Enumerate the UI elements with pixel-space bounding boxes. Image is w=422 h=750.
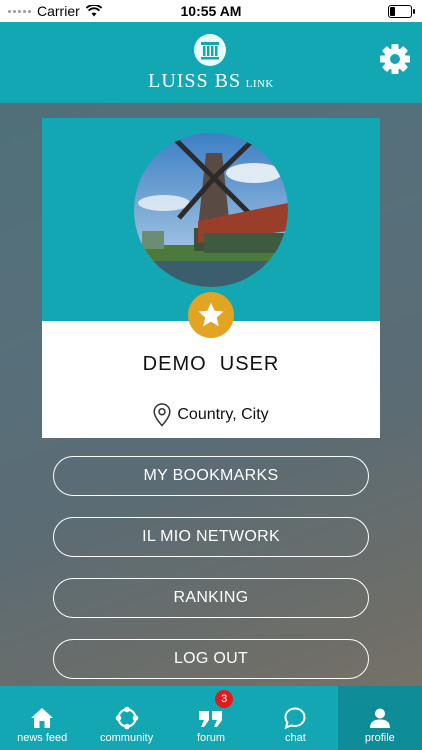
- column-logo-icon: [194, 34, 226, 66]
- logo-main-text: LUISS BS: [148, 70, 242, 92]
- my-network-button[interactable]: IL MIO NETWORK: [53, 517, 369, 557]
- status-time: 10:55 AM: [180, 3, 242, 19]
- star-icon: [198, 302, 224, 327]
- tab-chat[interactable]: chat: [253, 686, 337, 750]
- status-bar: Carrier 10:55 AM: [0, 0, 422, 22]
- windmill-photo: [134, 133, 288, 287]
- avatar[interactable]: [134, 133, 288, 287]
- tab-chat-label: chat: [285, 732, 306, 744]
- tab-community[interactable]: community: [84, 686, 168, 750]
- user-icon: [369, 708, 390, 728]
- tab-forum-label: forum: [196, 732, 226, 744]
- battery-icon: [388, 5, 415, 18]
- my-bookmarks-button[interactable]: MY BOOKMARKS: [53, 456, 369, 496]
- profile-card: DEMO USER Country, City: [42, 118, 380, 438]
- tab-news-feed-label: news feed: [17, 732, 68, 744]
- log-out-button[interactable]: LOG OUT: [53, 639, 369, 679]
- tab-news-feed[interactable]: news feed: [0, 686, 84, 750]
- community-icon: [115, 706, 138, 730]
- home-icon: [31, 708, 54, 728]
- bottom-tab-bar: news feed community 3 forum chat profile: [0, 686, 422, 750]
- app-logo: LUISS BS LINK: [0, 70, 422, 93]
- ranking-button[interactable]: RANKING: [53, 578, 369, 618]
- map-pin-icon: [153, 403, 171, 427]
- app-header: LUISS BS LINK: [0, 22, 422, 103]
- tab-profile[interactable]: profile: [337, 686, 422, 750]
- gear-icon: [380, 44, 410, 74]
- tab-forum[interactable]: 3 forum: [169, 686, 253, 750]
- user-location: Country, City: [42, 403, 380, 427]
- battery-level: [390, 7, 395, 16]
- chat-bubble-icon: [284, 707, 306, 730]
- star-badge: [188, 292, 234, 338]
- forum-notification-badge: 3: [215, 690, 234, 708]
- quote-icon: [199, 711, 223, 727]
- user-name: DEMO USER: [142, 353, 280, 375]
- tab-profile-label: profile: [364, 732, 395, 744]
- location-text: Country, City: [177, 406, 269, 423]
- logo-sub-text: LINK: [245, 78, 274, 90]
- settings-button[interactable]: [378, 42, 412, 76]
- tab-community-label: community: [100, 732, 154, 744]
